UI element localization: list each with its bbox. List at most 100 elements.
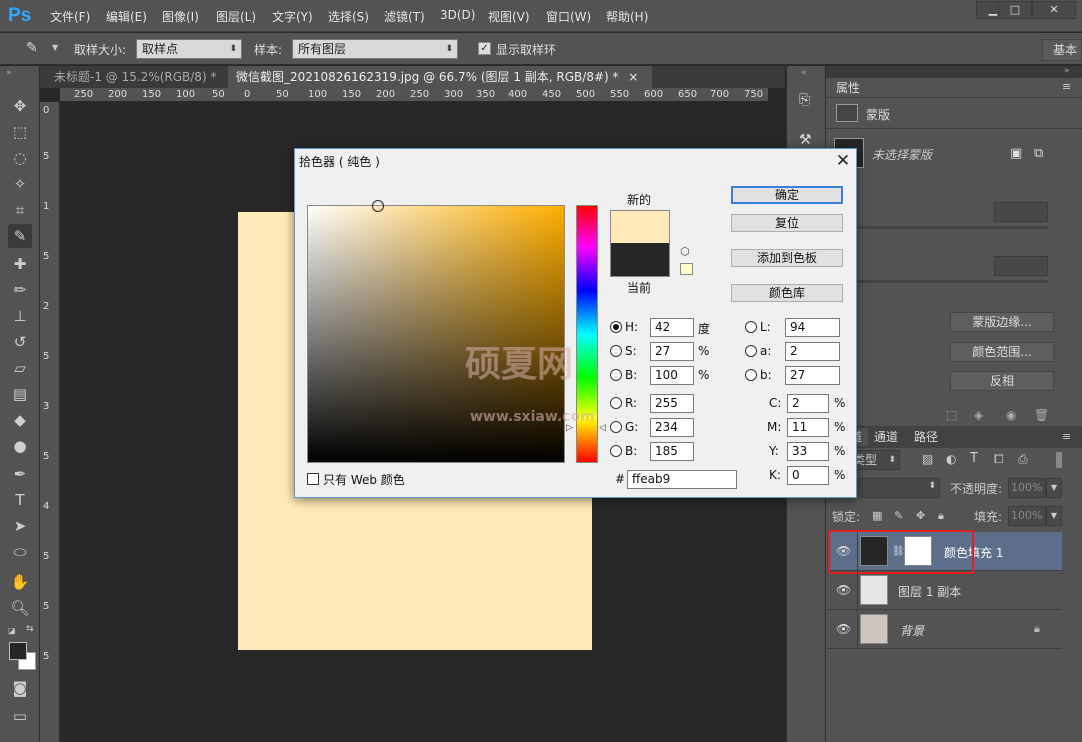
tool-preset-chevron-icon[interactable]: ▼ [52, 43, 58, 52]
yellow-field[interactable]: 33 [787, 442, 829, 461]
zoom-tool-icon[interactable]: 🔍︎ [8, 596, 32, 620]
red-radio[interactable] [610, 397, 622, 409]
filter-type-icon[interactable]: T [970, 451, 978, 466]
red-field[interactable]: 255 [650, 394, 694, 413]
menu-window[interactable]: 窗口(W) [546, 8, 591, 26]
out-of-gamut-cube-icon[interactable]: ⬡ [680, 245, 690, 258]
hex-field[interactable]: ffeab9 [627, 470, 737, 489]
apply-mask-icon[interactable]: ◈ [974, 408, 983, 422]
default-colors-icon[interactable]: ◪ [8, 626, 16, 635]
hand-tool-icon[interactable]: ✋ [8, 570, 32, 594]
eyedropper-tool-icon[interactable]: ✎ [8, 224, 32, 248]
mask-edge-button[interactable]: 蒙版边缘... [950, 312, 1054, 332]
hue-slider-right-arrow-icon[interactable]: ◁ [599, 423, 606, 433]
web-only-checkbox[interactable] [307, 473, 319, 485]
path-selection-tool-icon[interactable]: ➤ [8, 514, 32, 538]
tab-channels[interactable]: 通道 [868, 428, 904, 446]
menu-filter[interactable]: 滤镜(T) [384, 8, 425, 26]
tool-presets-icon[interactable]: ⚒ [799, 132, 812, 148]
green-radio[interactable] [610, 421, 622, 433]
lasso-tool-icon[interactable]: ◌ [8, 146, 32, 170]
filter-shape-icon[interactable]: ⧠ [994, 452, 1004, 467]
blue-field[interactable]: 185 [650, 442, 694, 461]
clone-stamp-tool-icon[interactable]: ⊥ [8, 304, 32, 328]
close-icon[interactable]: ✕ [833, 151, 853, 171]
close-tab-icon[interactable]: × [628, 70, 638, 84]
color-libraries-button[interactable]: 颜色库 [731, 284, 843, 302]
green-field[interactable]: 234 [650, 418, 694, 437]
brightness-field[interactable]: 100 [650, 366, 694, 385]
swap-colors-icon[interactable]: ⇆ [26, 624, 34, 634]
quick-mask-icon[interactable]: ◙ [8, 676, 32, 700]
menu-edit[interactable]: 编辑(E) [106, 8, 147, 26]
reset-button[interactable]: 复位 [731, 214, 843, 232]
tab-properties[interactable]: 属性 [830, 79, 867, 97]
filter-toggle[interactable] [1056, 452, 1062, 468]
marquee-tool-icon[interactable]: ⬚ [8, 120, 32, 144]
dodge-tool-icon[interactable]: ● [8, 434, 32, 458]
saturation-radio[interactable] [610, 345, 622, 357]
magenta-field[interactable]: 11 [787, 418, 829, 437]
lock-image-icon[interactable]: ✎ [894, 509, 903, 522]
collapse-panel-icon[interactable]: » [1064, 66, 1070, 76]
filter-pixel-icon[interactable]: ▨ [922, 452, 933, 466]
menu-help[interactable]: 帮助(H) [606, 8, 648, 26]
eraser-tool-icon[interactable]: ▱ [8, 356, 32, 380]
brush-tool-icon[interactable]: ✏ [8, 278, 32, 302]
menu-view[interactable]: 视图(V) [488, 8, 530, 26]
current-color-swatch[interactable] [610, 243, 670, 277]
tab-paths[interactable]: 路径 [908, 428, 944, 446]
black-field[interactable]: 0 [787, 466, 829, 485]
saturation-field[interactable]: 27 [650, 342, 694, 361]
layer-row-copy[interactable]: 👁︎ 图层 1 副本 [828, 571, 1062, 610]
layers-menu-icon[interactable]: ≡ [1062, 430, 1071, 443]
color-marker[interactable] [372, 200, 384, 212]
density-slider[interactable] [826, 226, 1048, 229]
lock-all-icon[interactable]: 🔒︎ [938, 509, 944, 523]
b-channel-radio[interactable] [745, 369, 757, 381]
lock-position-icon[interactable]: ✥ [916, 509, 925, 522]
load-selection-icon[interactable]: ⬚ [946, 408, 957, 422]
menu-3d[interactable]: 3D(D) [440, 8, 475, 26]
layer-row-background[interactable]: 👁︎ 背景 🔒︎ [828, 610, 1062, 649]
hue-field[interactable]: 42 [650, 318, 694, 337]
crop-tool-icon[interactable]: ⌗ [8, 198, 32, 222]
hue-radio[interactable] [610, 321, 622, 333]
gradient-tool-icon[interactable]: ▤ [8, 382, 32, 406]
sample-size-select[interactable]: 取样点 ⬍ [136, 39, 242, 59]
fill-dropdown-icon[interactable]: ▼ [1046, 506, 1062, 526]
cyan-field[interactable]: 2 [787, 394, 829, 413]
visibility-eye-icon[interactable]: 👁︎ [836, 583, 851, 597]
ok-button[interactable]: 确定 [731, 186, 843, 204]
healing-brush-tool-icon[interactable]: ✚ [8, 252, 32, 276]
add-to-swatches-button[interactable]: 添加到色板 [731, 249, 843, 267]
foreground-color-swatch[interactable] [9, 642, 27, 660]
panel-menu-icon[interactable]: ≡ [1062, 80, 1071, 93]
blend-mode-select[interactable]: ⬍ [846, 478, 940, 498]
shape-tool-icon[interactable]: ⬭ [8, 540, 32, 564]
type-tool-icon[interactable]: T [8, 488, 32, 512]
opacity-dropdown-icon[interactable]: ▼ [1046, 478, 1062, 498]
visibility-eye-icon[interactable]: 👁︎ [836, 622, 851, 636]
lock-transparent-icon[interactable]: ▦ [872, 509, 882, 522]
pen-tool-icon[interactable]: ✒ [8, 462, 32, 486]
workspace-button[interactable]: 基本 [1042, 39, 1082, 61]
show-ring-checkbox[interactable]: ✓ [478, 42, 491, 55]
history-brush-tool-icon[interactable]: ↺ [8, 330, 32, 354]
collapse-toolbar-icon[interactable]: » [6, 68, 12, 78]
blue-radio[interactable] [610, 445, 622, 457]
close-window-button[interactable]: ✕ [1032, 1, 1076, 19]
tab-untitled[interactable]: 未标题-1 @ 15.2%(RGB/8) * × [46, 66, 236, 88]
opacity-field[interactable]: 100% [1008, 478, 1046, 498]
menu-layer[interactable]: 图层(L) [216, 8, 256, 26]
fill-field[interactable]: 100% [1008, 506, 1046, 526]
menu-file[interactable]: 文件(F) [50, 8, 90, 26]
menu-type[interactable]: 文字(Y) [272, 8, 313, 26]
add-pixel-mask-icon[interactable]: ▣ [1010, 146, 1022, 161]
maximize-button[interactable]: □ [998, 1, 1032, 19]
feather-field[interactable] [994, 256, 1048, 276]
feather-slider[interactable] [826, 280, 1048, 283]
delete-mask-icon[interactable]: 🗑︎ [1034, 408, 1049, 422]
move-tool-icon[interactable]: ✥ [8, 94, 32, 118]
color-range-button[interactable]: 颜色范围... [950, 342, 1054, 362]
